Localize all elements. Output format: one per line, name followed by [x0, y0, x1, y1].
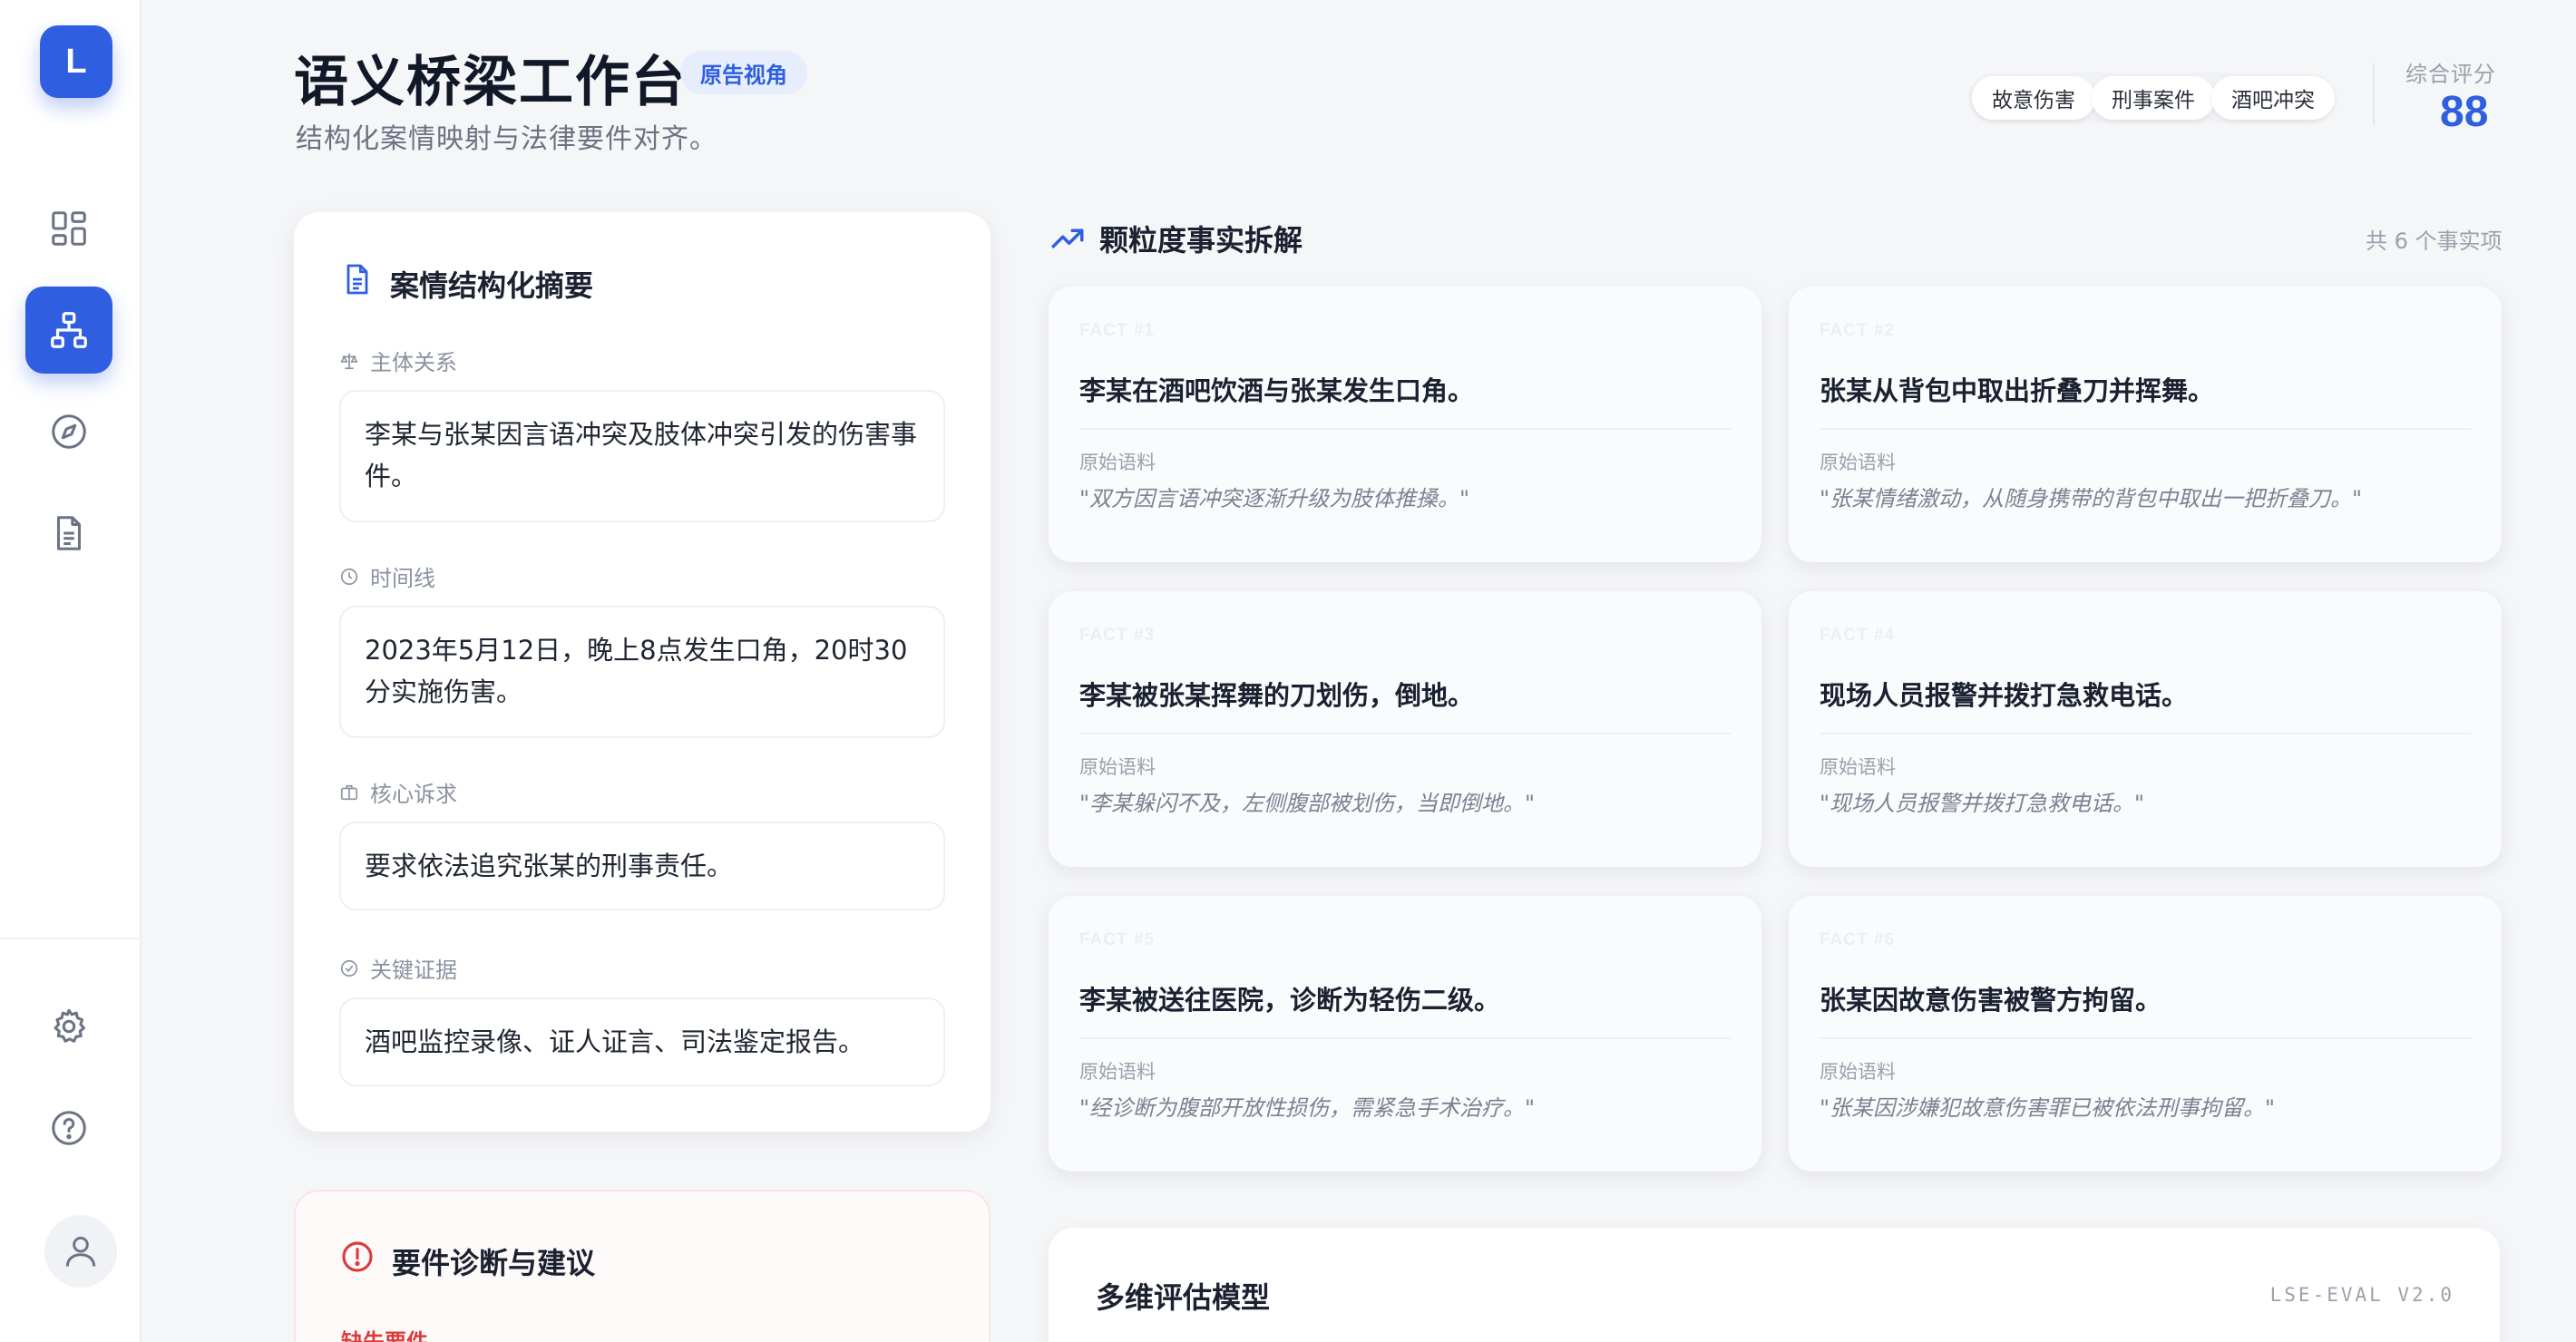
fact-text: 李某被张某挥舞的刀划伤，倒地。: [1079, 680, 1475, 711]
check-circle-icon: [340, 959, 358, 977]
fact-card[interactable]: FACT #4 现场人员报警并拨打急救电话。 原始语料 "现场人员报警并拨打急救…: [1789, 591, 2502, 867]
section-label-parties: 主体关系: [339, 345, 457, 376]
missing-elements-heading: 缺失要件: [341, 1329, 428, 1342]
fact-text: 张某从背包中取出折叠刀并挥舞。: [1820, 375, 2215, 406]
clock-icon: [340, 568, 358, 585]
fact-number: FACT #2: [1820, 321, 1896, 340]
scale-icon: [340, 353, 358, 369]
trending-up-icon: [1051, 229, 1084, 248]
fact-card[interactable]: FACT #5 李某被送往医院，诊断为轻伤二级。 原始语料 "经诊断为腹部开放性…: [1049, 896, 1761, 1172]
document-icon: [56, 516, 82, 550]
case-tag[interactable]: 故意伤害: [1972, 76, 2095, 120]
section-label-text: 主体关系: [370, 350, 457, 375]
fact-number: FACT #6: [1820, 930, 1896, 949]
facts-count: 共 6 个事实项: [2366, 229, 2503, 254]
app-logo[interactable]: L: [40, 25, 112, 98]
case-tag[interactable]: 刑事案件: [2092, 76, 2215, 120]
fact-quote: "经诊断为腹部开放性损伤，需紧急手术治疗。": [1079, 1095, 1536, 1121]
section-label-text: 关键证据: [370, 958, 457, 983]
fact-number: FACT #1: [1079, 321, 1156, 340]
fact-divider: [1079, 428, 1731, 430]
fact-text: 现场人员报警并拨打急救电话。: [1820, 680, 2189, 711]
page-title: 语义桥梁工作台: [294, 51, 688, 114]
case-summary-card: 案情结构化摘要 主体关系 李某与张某因言语冲突及肢体冲突引发的伤害事件。 时间线…: [294, 212, 990, 1132]
evaluation-version: LSE-EVAL V2.0: [2269, 1284, 2454, 1306]
diagnosis-title: 要件诊断与建议: [392, 1246, 596, 1280]
section-label-evidence: 关键证据: [339, 952, 457, 984]
fact-source-label: 原始语料: [1820, 756, 1896, 778]
fact-number: FACT #5: [1079, 930, 1156, 949]
evidence-field: 酒吧监控录像、证人证言、司法鉴定报告。: [339, 997, 945, 1086]
user-avatar[interactable]: [44, 1215, 117, 1288]
fact-number: FACT #3: [1079, 626, 1156, 645]
evaluation-card: 多维评估模型 LSE-EVAL V2.0: [1049, 1228, 2500, 1342]
fact-divider: [1079, 733, 1731, 734]
sidebar-item-settings[interactable]: [25, 983, 112, 1070]
fact-divider: [1820, 733, 2471, 734]
fact-card[interactable]: FACT #3 李某被张某挥舞的刀划伤，倒地。 原始语料 "李某躲闪不及，左侧腹…: [1049, 591, 1761, 867]
fact-source-label: 原始语料: [1079, 756, 1156, 778]
fact-divider: [1079, 1037, 1731, 1039]
document-icon: [346, 264, 368, 295]
fact-quote: "张某情绪激动，从随身携带的背包中取出一把折叠刀。": [1820, 486, 2363, 511]
evaluation-title: 多维评估模型: [1096, 1280, 1271, 1315]
fact-quote: "现场人员报警并拨打急救电话。": [1820, 791, 2145, 816]
timeline-field: 2023年5月12日，晚上8点发生口角，20时30分实施伤害。: [339, 606, 945, 738]
fact-quote: "双方因言语冲突逐渐升级为肢体推搡。": [1079, 486, 1470, 511]
sidebar-item-dashboard[interactable]: [25, 185, 112, 272]
sidebar-item-documents[interactable]: [25, 490, 112, 577]
sidebar: L: [0, 0, 141, 1342]
case-tag[interactable]: 酒吧冲突: [2211, 76, 2335, 120]
fact-divider: [1820, 1037, 2471, 1039]
facts-title: 颗粒度事实拆解: [1099, 223, 1303, 258]
sidebar-divider: [0, 938, 140, 939]
fact-source-label: 原始语料: [1079, 452, 1156, 473]
section-label-claim: 核心诉求: [339, 776, 457, 808]
fact-card[interactable]: FACT #2 张某从背包中取出折叠刀并挥舞。 原始语料 "张某情绪激动，从随身…: [1789, 287, 2502, 562]
gear-icon: [54, 1008, 86, 1043]
diagnosis-card: 要件诊断与建议 缺失要件: [294, 1190, 990, 1342]
score-label: 综合评分: [2405, 62, 2496, 87]
hierarchy-icon: [51, 312, 87, 348]
parties-field: 李某与张某因言语冲突及肢体冲突引发的伤害事件。: [339, 390, 945, 522]
grid-icon: [52, 211, 86, 246]
fact-quote: "张某因涉嫌犯故意伤害罪已被依法刑事拘留。": [1820, 1095, 2276, 1121]
summary-title: 案情结构化摘要: [390, 268, 594, 303]
fact-card[interactable]: FACT #1 李某在酒吧饮酒与张某发生口角。 原始语料 "双方因言语冲突逐渐升…: [1049, 287, 1761, 562]
fact-source-label: 原始语料: [1820, 452, 1896, 473]
compass-icon: [52, 414, 86, 449]
briefcase-icon: [340, 784, 358, 800]
alert-circle-icon: [342, 1241, 373, 1272]
fact-quote: "李某躲闪不及，左侧腹部被划伤，当即倒地。": [1079, 791, 1536, 816]
fact-number: FACT #4: [1820, 626, 1896, 645]
fact-text: 李某被送往医院，诊断为轻伤二级。: [1079, 985, 1501, 1016]
claim-field: 要求依法追究张某的刑事责任。: [339, 822, 945, 910]
perspective-badge[interactable]: 原告视角: [680, 51, 807, 94]
fact-source-label: 原始语料: [1079, 1061, 1156, 1083]
section-label-text: 核心诉求: [370, 782, 457, 807]
fact-text: 张某因故意伤害被警方拘留。: [1820, 985, 2162, 1016]
help-circle-icon: [52, 1111, 86, 1145]
score-value: 88: [2440, 88, 2489, 136]
score-divider: [2373, 63, 2375, 125]
page-subtitle: 结构化案情映射与法律要件对齐。: [296, 123, 717, 155]
fact-source-label: 原始语料: [1820, 1061, 1896, 1083]
fact-divider: [1820, 428, 2471, 430]
user-icon: [65, 1236, 96, 1267]
sidebar-item-hierarchy[interactable]: [25, 287, 112, 374]
section-label-timeline: 时间线: [339, 560, 435, 592]
fact-card[interactable]: FACT #6 张某因故意伤害被警方拘留。 原始语料 "张某因涉嫌犯故意伤害罪已…: [1789, 896, 2502, 1172]
sidebar-item-explore[interactable]: [25, 388, 112, 475]
fact-text: 李某在酒吧饮酒与张某发生口角。: [1079, 375, 1475, 406]
case-tags: 故意伤害 刑事案件 酒吧冲突: [1968, 73, 2335, 123]
section-label-text: 时间线: [370, 566, 435, 591]
sidebar-item-help[interactable]: [25, 1084, 112, 1172]
